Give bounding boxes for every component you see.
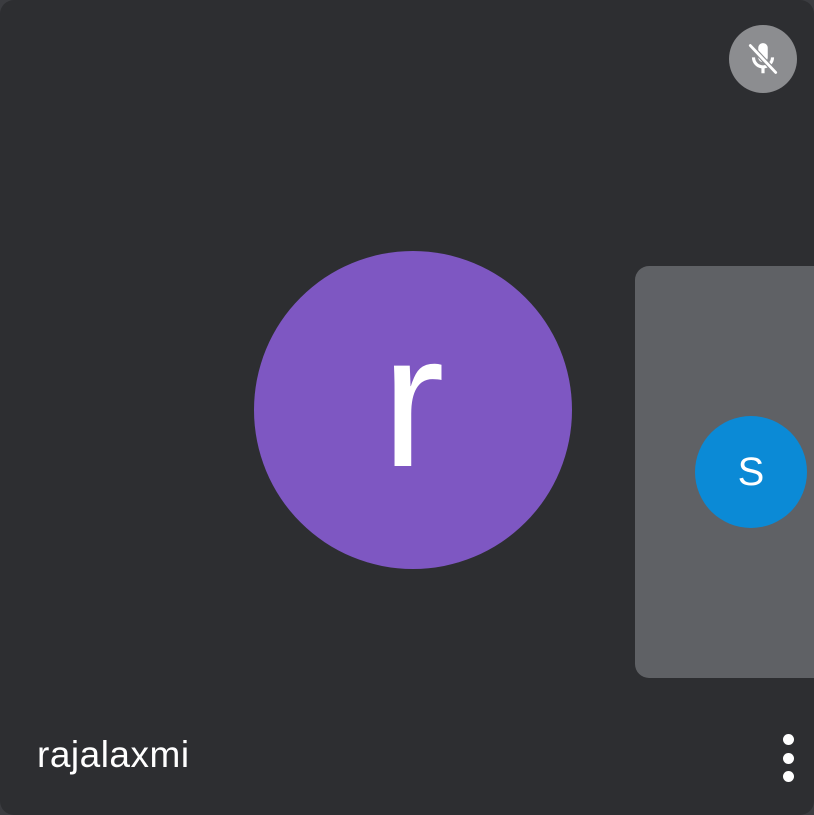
participant-name: rajalaxmi [37, 734, 190, 775]
more-vert-icon-dot-2 [782, 752, 794, 764]
self-view-initial: S [737, 450, 765, 494]
self-view-tile[interactable]: S [635, 266, 814, 678]
participant-avatar: r [254, 251, 572, 569]
more-vert-icon-dot-3 [782, 771, 794, 782]
participant-tile[interactable]: r S rajalaxmi [0, 0, 814, 815]
self-view-avatar: S [695, 416, 807, 528]
more-options-button[interactable] [770, 730, 806, 786]
mic-off-icon [747, 43, 779, 75]
more-vert-icon [782, 734, 794, 745]
participant-initial: r [381, 295, 445, 507]
muted-indicator [729, 25, 797, 93]
